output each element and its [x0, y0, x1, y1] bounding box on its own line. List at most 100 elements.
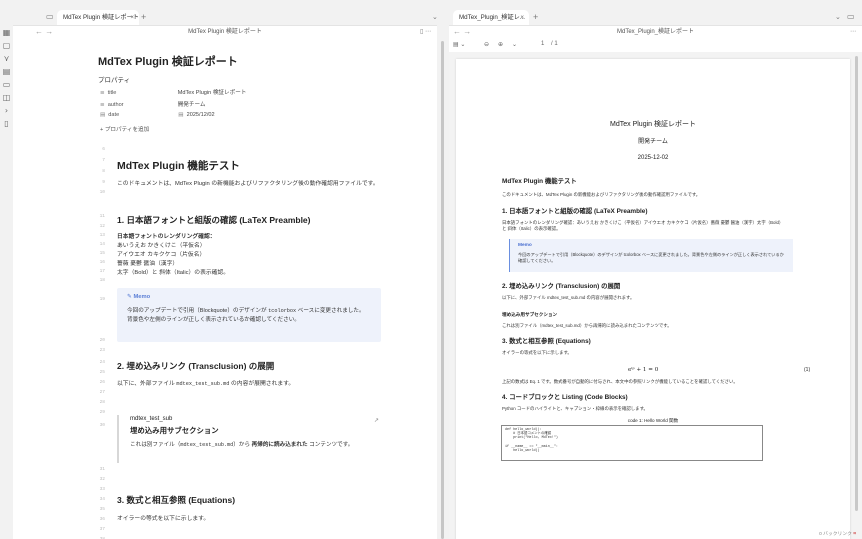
pdf-author: 開発チーム [638, 139, 668, 145]
line-number: 25 [99, 370, 105, 375]
chevron-down-icon[interactable]: ⌄ [432, 13, 438, 21]
line-number: 10 [99, 190, 105, 195]
app-window: ▦ ▢ ⋎ ▤ ▭ ◫ › ▯ ▭ MdTex Plugin 検証レポート × … [0, 0, 862, 539]
pdf-memo-box: Memo 今回のアップデートで引用（Blockquote）のデザインが tcol… [509, 239, 793, 272]
line-number: 12 [99, 224, 105, 229]
publish-icon[interactable]: ▯ [2, 119, 11, 128]
close-icon[interactable]: × [130, 10, 134, 25]
pdf-title: MdTex Plugin 検証レポート [610, 121, 696, 128]
line-number: 7 [102, 158, 105, 163]
pdf-pane: ← → MdTex_Plugin_検証レポート ⋯ ▤ ⌄ ⊖ ⊕ ⌄ 1 / … [449, 25, 862, 539]
sidebar-toggle-icon[interactable]: ▤ ⌄ [453, 41, 465, 48]
chevron-down-icon[interactable]: ⌄ [512, 41, 517, 48]
callout-title: ✎ Memo [127, 294, 151, 300]
pdf-equation: eⁱᵖ + 1 = 0 [628, 367, 659, 373]
add-property-button[interactable]: + プロパティを追加 [100, 125, 149, 133]
pdf-text: このドキュメントは、MdTex Plugin の新機能およびリファクタリング後の… [502, 192, 701, 197]
property-author[interactable]: ≡ author 開発チーム [100, 100, 206, 108]
graph-icon[interactable]: ⋎ [2, 54, 11, 63]
line-number: 11 [99, 214, 105, 219]
pdf-code-caption: code 1: Hello World 関数 [627, 418, 679, 423]
property-date[interactable]: ▤ date ▤ 2025/12/02 [100, 112, 215, 118]
paragraph-line[interactable]: 薔薇 憂鬱 醤油（漢字） [117, 260, 382, 269]
pdf-text: 上記の数式は Eq. 1 です。数式番号が自動的に付与され、本文中の参照リンクが… [502, 379, 738, 384]
view-header: ← → MdTex Plugin 検証レポート ▯ ⋯ [13, 26, 437, 38]
zoom-out-icon[interactable]: ⊖ [484, 41, 489, 48]
inline-code: mdtex_test_sub.md [176, 381, 230, 387]
tab-editor[interactable]: MdTex Plugin 検証レポート × [57, 10, 139, 25]
scrollbar[interactable] [855, 56, 858, 511]
line-number: 32 [99, 477, 105, 482]
layout-icon[interactable]: ▦ [2, 28, 11, 37]
paragraph-sec2[interactable]: 以下に、外部ファイル mdtex_test_sub.md の内容が展開されます。 [117, 380, 382, 389]
calendar-icon: ▤ [178, 112, 184, 118]
pane-divider[interactable] [437, 25, 449, 539]
line-number: 13 [99, 233, 105, 238]
tab-title: MdTex Plugin 検証レポート [63, 14, 139, 21]
file-icon[interactable]: ▢ [2, 41, 11, 50]
paragraph-line[interactable]: アイウエオ カキクケコ（片仮名） [117, 251, 382, 260]
close-icon[interactable]: × [520, 10, 524, 25]
pdf-toolbar: ▤ ⌄ ⊖ ⊕ ⌄ 1 / 1 [449, 38, 862, 52]
embedded-note[interactable]: mdtex_test_sub ↗ 埋め込み用サブセクション これは別ファイル（m… [117, 415, 381, 463]
open-link-icon[interactable]: ↗ [374, 417, 379, 424]
line-number: 23 [99, 348, 105, 353]
inline-title[interactable]: MdTex Plugin 検証レポート [98, 53, 238, 69]
pdf-memo-title: Memo [518, 243, 532, 248]
code-line: print("Hello, MdTex!") [505, 436, 558, 441]
text-icon: ≡ [100, 90, 105, 96]
template-icon[interactable]: ▭ [2, 80, 11, 89]
pdf-date: 2025-12-02 [637, 155, 669, 161]
line-number: 29 [99, 410, 105, 415]
line-number: 9 [102, 180, 105, 185]
sidebar-right-toggle-icon[interactable]: ▭ [847, 12, 855, 21]
inline-code: mdtex_test_sub.md [180, 442, 234, 448]
paragraph-sec3[interactable]: オイラーの等式を以下に示します。 [117, 515, 382, 524]
line-number: 19 [99, 297, 105, 302]
paragraph-line[interactable]: 日本語フォントのレンダリング確認： [117, 233, 382, 242]
properties-heading[interactable]: プロパティ [98, 74, 130, 84]
line-number: 24 [99, 360, 105, 365]
terminal-icon[interactable]: › [2, 106, 11, 115]
heading-section-2[interactable]: 2. 埋め込みリンク (Transclusion) の展開 [117, 360, 274, 372]
line-number: 20 [99, 338, 105, 343]
pdf-heading: 2. 埋め込みリンク (Transclusion) の展開 [502, 283, 621, 290]
memo-callout[interactable]: ✎ Memo 今回のアップデートで引用（Blockquote）のデザインが tc… [117, 288, 381, 342]
pdf-code-block: def hello_world(): # 日本語コメントの確認 print("H… [501, 425, 763, 461]
backlink-count[interactable]: 0 バックリンク ⌗ [819, 530, 856, 537]
line-number: 8 [102, 169, 105, 174]
new-tab-button[interactable]: + [533, 10, 538, 25]
heading-section-3[interactable]: 3. 数式と相互参照 (Equations) [117, 494, 235, 506]
chevron-down-icon[interactable]: ⌄ [835, 13, 841, 21]
new-tab-button[interactable]: + [141, 10, 146, 25]
line-number: 17 [99, 269, 105, 274]
pdf-text: これは別ファイル（mdtex_test_sub.md）から再帰的に読み込まれたコ… [502, 323, 672, 328]
line-number: 30 [99, 423, 105, 428]
pdf-subheading: 埋め込み用サブセクション [502, 312, 558, 317]
calendar-icon: ▤ [100, 112, 106, 118]
scrollbar[interactable] [441, 41, 444, 539]
view-header: ← → MdTex_Plugin_検証レポート ⋯ [449, 26, 862, 38]
page-total: / 1 [551, 41, 558, 47]
view-actions-icon[interactable]: ▯ ⋯ [420, 26, 431, 38]
code-line: hello_world() [505, 449, 540, 453]
paragraph-line[interactable]: 太字（Bold）と 斜体（Italic）の表示確認。 [117, 269, 382, 278]
calendar-icon[interactable]: ▤ [2, 67, 11, 76]
paragraph-intro[interactable]: このドキュメントは、MdTex Plugin の新機能およびリファクタリング後の… [117, 180, 382, 189]
page-number-input[interactable]: 1 [541, 41, 544, 47]
embed-body: これは別ファイル（mdtex_test_sub.md）から 再帰的に読み込まれた… [130, 442, 354, 448]
line-number: 28 [99, 400, 105, 405]
heading-section-1[interactable]: 1. 日本語フォントと組版の確認 (LaTeX Preamble) [117, 214, 310, 226]
sidebar-toggle-icon[interactable]: ▭ [46, 12, 54, 21]
more-options-icon[interactable]: ⋯ [850, 26, 856, 38]
line-number: 31 [99, 467, 105, 472]
paragraph-line[interactable]: あいうえお かきくけこ（平仮名） [117, 242, 382, 251]
property-title[interactable]: ≡ title MdTex Plugin 検証レポート [100, 88, 246, 96]
pdf-text: オイラーの等式を以下に示します。 [502, 350, 572, 355]
zoom-in-icon[interactable]: ⊕ [498, 41, 503, 48]
embed-heading: 埋め込み用サブセクション [130, 426, 219, 435]
tab-pdf[interactable]: MdTex_Plugin_検証レ... × [453, 10, 529, 25]
bookmark-icon[interactable]: ◫ [2, 93, 11, 102]
line-number: 16 [99, 260, 105, 265]
heading-1[interactable]: MdTex Plugin 機能テスト [117, 158, 240, 173]
